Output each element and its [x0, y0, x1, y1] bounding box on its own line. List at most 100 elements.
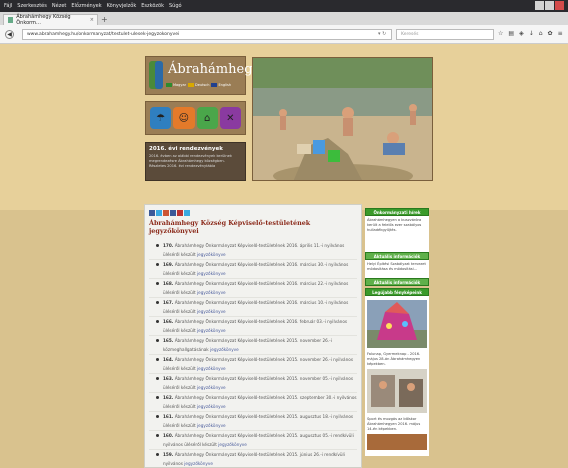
menu-item-2[interactable]: Nézet	[52, 3, 66, 9]
third-photo[interactable]	[367, 434, 427, 451]
item-text: Ábrahámhegy Önkormányzat Képviselő-testü…	[163, 338, 332, 352]
toolbar-icons: ☆ ▤ ◈ ↓ ⌂ ✿ ≡	[498, 30, 563, 37]
minutes-link[interactable]: jegyzőkönyve	[197, 385, 226, 390]
close-window-button[interactable]	[555, 1, 564, 10]
reader-icon[interactable]: ▤	[508, 30, 514, 37]
sport-photo[interactable]	[367, 369, 427, 414]
sidebar-heading-info-2: Aktuális információk	[365, 278, 429, 286]
menu-item-3[interactable]: Előzmények	[71, 3, 101, 9]
minutes-link[interactable]: jegyzőkönyve	[197, 309, 226, 314]
minutes-link[interactable]: jegyzőkönyve	[184, 461, 213, 466]
minutes-link[interactable]: jegyzőkönyve	[197, 366, 226, 371]
list-item[interactable]: 160. Ábrahámhegy Önkormányzat Képviselő-…	[149, 431, 357, 450]
site-logo[interactable]: Ábrahámhegy Magyar Deutsch English	[145, 56, 260, 95]
item-number: 166.	[163, 319, 174, 324]
url-bar[interactable]: www.abrahamhegy.hu/onkormanyzat/testulet…	[22, 29, 392, 40]
window-controls	[535, 1, 564, 10]
browser-tab[interactable]: Ábrahámhegy Község Önkorm… ×	[3, 14, 98, 26]
language-label: Deutsch	[195, 83, 210, 87]
photo1-caption: Falunap, Gyermeknap - 2016. május 28-án …	[367, 352, 421, 367]
maximize-button[interactable]	[545, 1, 554, 10]
sidebar-photos: Falunap, Gyermeknap - 2016. május 28-án …	[365, 296, 429, 457]
menu-item-0[interactable]: Fájl	[4, 3, 12, 9]
flag-icon	[166, 83, 172, 87]
menu-item-4[interactable]: Könyvjelzők	[107, 3, 137, 9]
list-item[interactable]: 167. Ábrahámhegy Önkormányzat Képviselő-…	[149, 298, 357, 317]
list-item[interactable]: 166. Ábrahámhegy Önkormányzat Képviselő-…	[149, 317, 357, 336]
navigation-bar: ◀ www.abrahamhegy.hu/onkormanyzat/testul…	[0, 25, 568, 44]
events-box[interactable]: 2016. évi rendezvények 2016. évben az al…	[145, 142, 246, 181]
item-number: 160.	[163, 433, 174, 438]
language-selector: Magyar Deutsch English	[166, 83, 231, 87]
list-item[interactable]: 165. Ábrahámhegy Önkormányzat Képviselő-…	[149, 336, 357, 355]
item-text: Ábrahámhegy Önkormányzat Képviselő-testü…	[163, 357, 354, 371]
back-button[interactable]: ◀	[5, 30, 14, 39]
beach-icon[interactable]: ☂	[150, 107, 172, 129]
list-item[interactable]: 168. Ábrahámhegy Önkormányzat Képviselő-…	[149, 279, 357, 298]
list-item[interactable]: 170. Ábrahámhegy Önkormányzat Képviselő-…	[149, 241, 357, 260]
menu-item-1[interactable]: Szerkesztés	[17, 3, 47, 9]
events-text: 2016. évben az alábbi rendezvények kerül…	[149, 154, 232, 169]
list-item[interactable]: 163. Ábrahámhegy Önkormányzat Képviselő-…	[149, 374, 357, 393]
language-label: English	[218, 83, 232, 87]
list-item[interactable]: 162. Ábrahámhegy Önkormányzat Képviselő-…	[149, 393, 357, 412]
item-text: Ábrahámhegy Önkormányzat Képviselő-testü…	[163, 243, 345, 257]
sync-icon[interactable]: ✿	[548, 30, 553, 37]
minutes-list: 170. Ábrahámhegy Önkormányzat Képviselő-…	[149, 241, 357, 468]
list-item[interactable]: 169. Ábrahámhegy Önkormányzat Képviselő-…	[149, 260, 357, 279]
minutes-link[interactable]: jegyzőkönyve	[197, 423, 226, 428]
minutes-link[interactable]: jegyzőkönyve	[197, 290, 226, 295]
sidebar-heading-news: Önkormányzati hírek	[365, 208, 429, 216]
new-tab-icon[interactable]: +	[101, 15, 108, 24]
language-option-1[interactable]: Deutsch	[188, 83, 209, 87]
festival-photo[interactable]	[367, 300, 427, 348]
events-title: 2016. évi rendezvények	[149, 146, 223, 152]
minimize-button[interactable]	[535, 1, 544, 10]
star-icon[interactable]: ☆	[498, 30, 503, 37]
facebook-icon[interactable]	[149, 210, 155, 216]
tab-close-icon[interactable]: ×	[90, 17, 94, 23]
print-icon[interactable]	[177, 210, 183, 216]
home-icon[interactable]: ⌂	[539, 30, 543, 37]
download-icon[interactable]: ↓	[529, 30, 534, 37]
accommodation-icon[interactable]: ⌂	[196, 107, 218, 129]
minutes-link[interactable]: jegyzőkönyve	[210, 347, 239, 352]
reload-icon[interactable]: ▾ ↻	[378, 31, 386, 37]
list-item[interactable]: 161. Ábrahámhegy Önkormányzat Képviselő-…	[149, 412, 357, 431]
menu-item-5[interactable]: Eszközök	[141, 3, 164, 9]
item-number: 169.	[163, 262, 174, 267]
shield-icon[interactable]: ◈	[519, 30, 524, 37]
minutes-link[interactable]: jegyzőkönyve	[197, 328, 226, 333]
item-text: Ábrahámhegy Önkormányzat Képviselő-testü…	[163, 281, 349, 295]
language-option-0[interactable]: Magyar	[166, 83, 186, 87]
item-text: Ábrahámhegy Önkormányzat Képviselő-testü…	[163, 433, 354, 447]
web-page: Ábrahámhegy Magyar Deutsch English ☂ ☺ ⌂ ✕ 20…	[0, 44, 568, 468]
list-item[interactable]: 159. Ábrahámhegy Önkormányzat Képviselő-…	[149, 450, 357, 468]
language-option-2[interactable]: English	[211, 83, 231, 87]
minutes-link[interactable]: jegyzőkönyve	[218, 442, 247, 447]
item-text: Ábrahámhegy Önkormányzat Képviselő-testü…	[163, 395, 357, 409]
main-content: Ábrahámhegy Község Képviselő-testületéne…	[144, 204, 362, 468]
minutes-link[interactable]: jegyzőkönyve	[197, 404, 226, 409]
twitter-icon[interactable]	[156, 210, 162, 216]
logo-emblem-wave-icon	[155, 61, 163, 89]
share-more-icon[interactable]	[184, 210, 190, 216]
item-number: 164.	[163, 357, 174, 362]
restaurant-icon[interactable]: ✕	[219, 107, 241, 129]
item-number: 170.	[163, 243, 174, 248]
sidebar-news-text[interactable]: Ábrahámhegyen a buszváróra került a fele…	[365, 216, 429, 252]
theatre-masks-icon[interactable]: ☺	[173, 107, 195, 129]
list-item[interactable]: 164. Ábrahámhegy Önkormányzat Képviselő-…	[149, 355, 357, 374]
google-plus-icon[interactable]	[163, 210, 169, 216]
item-number: 163.	[163, 376, 174, 381]
sidebar-info-text[interactable]: Helyi Építési Szabályzat tervezet módosí…	[365, 260, 429, 278]
language-label: Magyar	[173, 83, 187, 87]
minutes-link[interactable]: jegyzőkönyve	[197, 252, 226, 257]
menu-item-6[interactable]: Súgó	[169, 3, 182, 9]
item-number: 165.	[163, 338, 174, 343]
email-icon[interactable]	[170, 210, 176, 216]
menu-icon[interactable]: ≡	[558, 30, 563, 37]
right-sidebar: Önkormányzati hírek Ábrahámhegyen a busz…	[365, 208, 429, 468]
search-input[interactable]: Keresés	[396, 29, 494, 40]
minutes-link[interactable]: jegyzőkönyve	[197, 271, 226, 276]
